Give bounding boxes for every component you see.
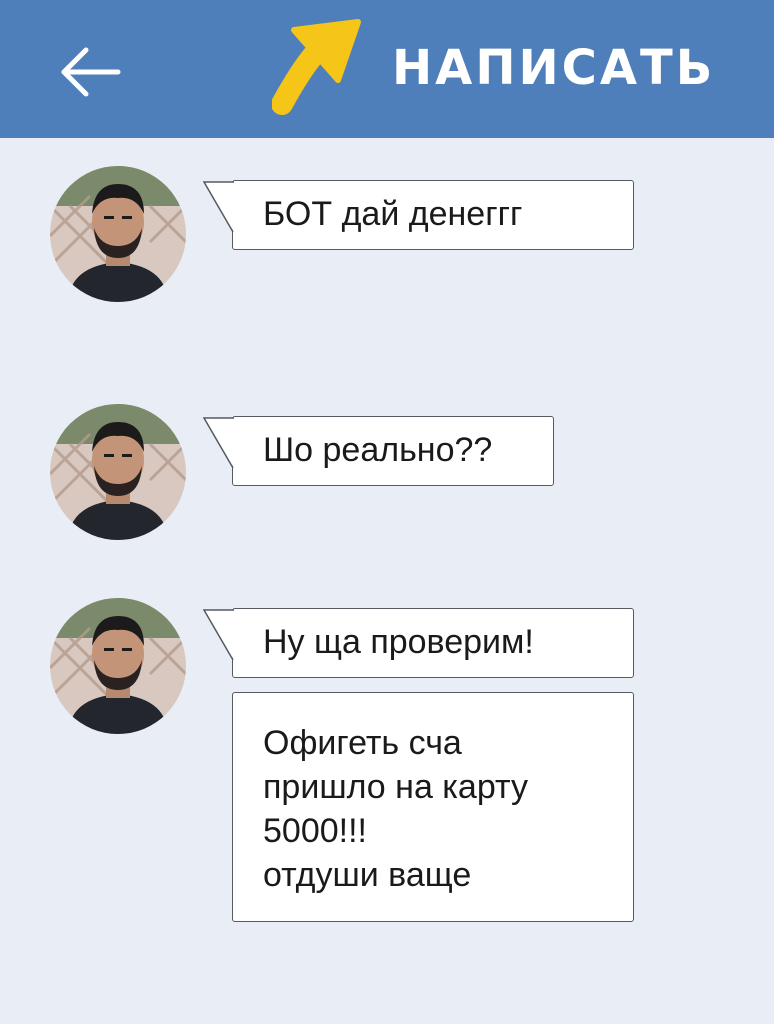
message-text: БОТ дай денеггг xyxy=(263,195,523,233)
top-bar: НАПИСАТЬ xyxy=(0,0,774,138)
bubble-tail xyxy=(202,181,234,233)
chat-area: БОТ дай денеггг Шо реально?? Ну ща прове… xyxy=(0,138,774,1024)
avatar-photo-icon xyxy=(50,598,186,734)
user-avatar[interactable] xyxy=(50,404,186,540)
bubble-tail xyxy=(202,609,234,661)
message-text: Ну ща проверим! xyxy=(263,623,534,661)
avatar-photo-icon xyxy=(50,166,186,302)
back-button[interactable] xyxy=(52,40,124,104)
avatar-photo-icon xyxy=(50,404,186,540)
bubble-tail xyxy=(202,417,234,469)
compose-button[interactable]: НАПИСАТЬ xyxy=(392,36,715,100)
message-bubble: Офигеть сча пришло на карту 5000!!! отду… xyxy=(232,692,634,922)
message-bubble: Ну ща проверим! xyxy=(232,608,634,678)
user-avatar[interactable] xyxy=(50,598,186,734)
message-bubble: Шо реально?? xyxy=(232,416,554,486)
message-bubble: БОТ дай денеггг xyxy=(232,180,634,250)
message-text: Офигеть сча пришло на карту 5000!!! отду… xyxy=(263,724,528,894)
yellow-arrow-icon xyxy=(272,19,361,115)
back-arrow-icon xyxy=(61,47,121,97)
message-text: Шо реально?? xyxy=(263,431,493,469)
user-avatar[interactable] xyxy=(50,166,186,302)
